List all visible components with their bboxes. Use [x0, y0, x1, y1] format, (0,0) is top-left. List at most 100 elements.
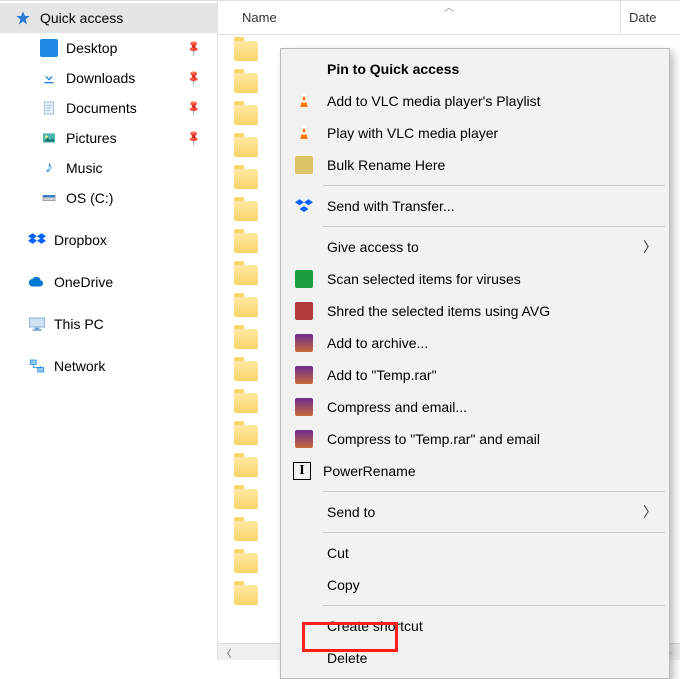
folder-icon — [234, 137, 258, 157]
blank-icon — [293, 574, 315, 596]
ctx-cut[interactable]: Cut — [283, 537, 667, 569]
folder-icon — [234, 41, 258, 61]
ctx-give-access[interactable]: Give access to 〉 — [283, 231, 667, 263]
nav-this-pc[interactable]: This PC — [0, 309, 217, 339]
column-header-name[interactable]: Name — [218, 10, 620, 25]
ctx-shred-avg[interactable]: Shred the selected items using AVG — [283, 295, 667, 327]
nav-network[interactable]: Network — [0, 351, 217, 381]
nav-desktop[interactable]: Desktop 📌 — [0, 33, 217, 63]
folder-icon — [234, 585, 258, 605]
dropbox-icon — [28, 231, 46, 249]
folder-icon — [234, 201, 258, 221]
ctx-compress-temp-email[interactable]: Compress to "Temp.rar" and email — [283, 423, 667, 455]
ctx-label: Send with Transfer... — [327, 198, 657, 214]
folder-icon — [234, 553, 258, 573]
ctx-label: Give access to — [327, 239, 631, 255]
blank-icon — [293, 58, 315, 80]
bulk-rename-icon — [293, 154, 315, 176]
column-header-label: Date — [629, 10, 656, 25]
ctx-compress-email[interactable]: Compress and email... — [283, 391, 667, 423]
ctx-send-transfer[interactable]: Send with Transfer... — [283, 190, 667, 222]
nav-label: OS (C:) — [66, 190, 217, 206]
column-header-label: Name — [242, 10, 277, 25]
folder-icon — [234, 233, 258, 253]
ctx-delete[interactable]: Delete — [283, 642, 667, 674]
ctx-vlc-add-playlist[interactable]: Add to VLC media player's Playlist — [283, 85, 667, 117]
blank-icon — [293, 542, 315, 564]
blank-icon — [293, 647, 315, 669]
powerrename-icon: I — [293, 462, 311, 480]
ctx-separator — [323, 532, 665, 533]
vlc-icon — [293, 122, 315, 144]
ctx-bulk-rename[interactable]: Bulk Rename Here — [283, 149, 667, 181]
folder-icon — [234, 329, 258, 349]
dropbox-icon — [293, 195, 315, 217]
ctx-send-to[interactable]: Send to 〉 — [283, 496, 667, 528]
blank-icon — [293, 501, 315, 523]
nav-music[interactable]: ♪ Music — [0, 153, 217, 183]
ctx-create-shortcut[interactable]: Create shortcut — [283, 610, 667, 642]
ctx-scan-viruses[interactable]: Scan selected items for viruses — [283, 263, 667, 295]
blank-icon — [293, 236, 315, 258]
ctx-label: Copy — [327, 577, 657, 593]
ctx-separator — [323, 491, 665, 492]
sort-chevron-up-icon[interactable]: ︿ — [444, 0, 454, 14]
ctx-copy[interactable]: Copy — [283, 569, 667, 601]
folder-icon — [234, 73, 258, 93]
ctx-label: Add to "Temp.rar" — [327, 367, 657, 383]
context-menu: Pin to Quick access Add to VLC media pla… — [280, 48, 670, 679]
ctx-label: Scan selected items for viruses — [327, 271, 657, 287]
ctx-vlc-play[interactable]: Play with VLC media player — [283, 117, 667, 149]
column-header-date[interactable]: Date — [620, 1, 680, 34]
ctx-label: Add to archive... — [327, 335, 657, 351]
winrar-icon — [293, 364, 315, 386]
folder-icon — [234, 489, 258, 509]
ctx-separator — [323, 185, 665, 186]
ctx-label: PowerRename — [323, 463, 657, 479]
nav-documents[interactable]: Documents 📌 — [0, 93, 217, 123]
nav-label: Music — [66, 160, 217, 176]
ctx-label: Shred the selected items using AVG — [327, 303, 657, 319]
folder-icon — [234, 361, 258, 381]
scroll-left-button[interactable]: 〈 — [218, 644, 235, 661]
avg-icon — [293, 268, 315, 290]
blank-icon — [293, 615, 315, 637]
ctx-label: Add to VLC media player's Playlist — [327, 93, 657, 109]
nav-pictures[interactable]: Pictures 📌 — [0, 123, 217, 153]
nav-pane: Quick access Desktop 📌 Downloads 📌 Docum… — [0, 1, 218, 660]
avg-shred-icon — [293, 300, 315, 322]
nav-label: Quick access — [40, 10, 217, 26]
ctx-add-temp[interactable]: Add to "Temp.rar" — [283, 359, 667, 391]
pictures-icon — [40, 129, 58, 147]
winrar-icon — [293, 428, 315, 450]
folder-icon — [234, 521, 258, 541]
ctx-label: Compress and email... — [327, 399, 657, 415]
folder-icon — [234, 425, 258, 445]
drive-icon — [40, 189, 58, 207]
winrar-icon — [293, 396, 315, 418]
folder-icon — [234, 393, 258, 413]
folder-icon — [234, 265, 258, 285]
ctx-label: Pin to Quick access — [327, 61, 657, 77]
folder-icon — [234, 457, 258, 477]
chevron-right-icon: 〉 — [643, 502, 657, 522]
downloads-icon — [40, 69, 58, 87]
nav-dropbox[interactable]: Dropbox — [0, 225, 217, 255]
ctx-pin-quick-access[interactable]: Pin to Quick access — [283, 53, 667, 85]
folder-icon — [234, 105, 258, 125]
desktop-icon — [40, 39, 58, 57]
ctx-separator — [323, 226, 665, 227]
nav-label: OneDrive — [54, 274, 217, 290]
ctx-label: Bulk Rename Here — [327, 157, 657, 173]
nav-onedrive[interactable]: OneDrive — [0, 267, 217, 297]
vlc-icon — [293, 90, 315, 112]
ctx-add-archive[interactable]: Add to archive... — [283, 327, 667, 359]
documents-icon — [40, 99, 58, 117]
music-icon: ♪ — [40, 159, 58, 177]
ctx-powerrename[interactable]: I PowerRename — [283, 455, 667, 487]
nav-downloads[interactable]: Downloads 📌 — [0, 63, 217, 93]
nav-os-c[interactable]: OS (C:) — [0, 183, 217, 213]
onedrive-icon — [28, 273, 46, 291]
nav-quick-access[interactable]: Quick access — [0, 3, 217, 33]
ctx-label: Compress to "Temp.rar" and email — [327, 431, 657, 447]
